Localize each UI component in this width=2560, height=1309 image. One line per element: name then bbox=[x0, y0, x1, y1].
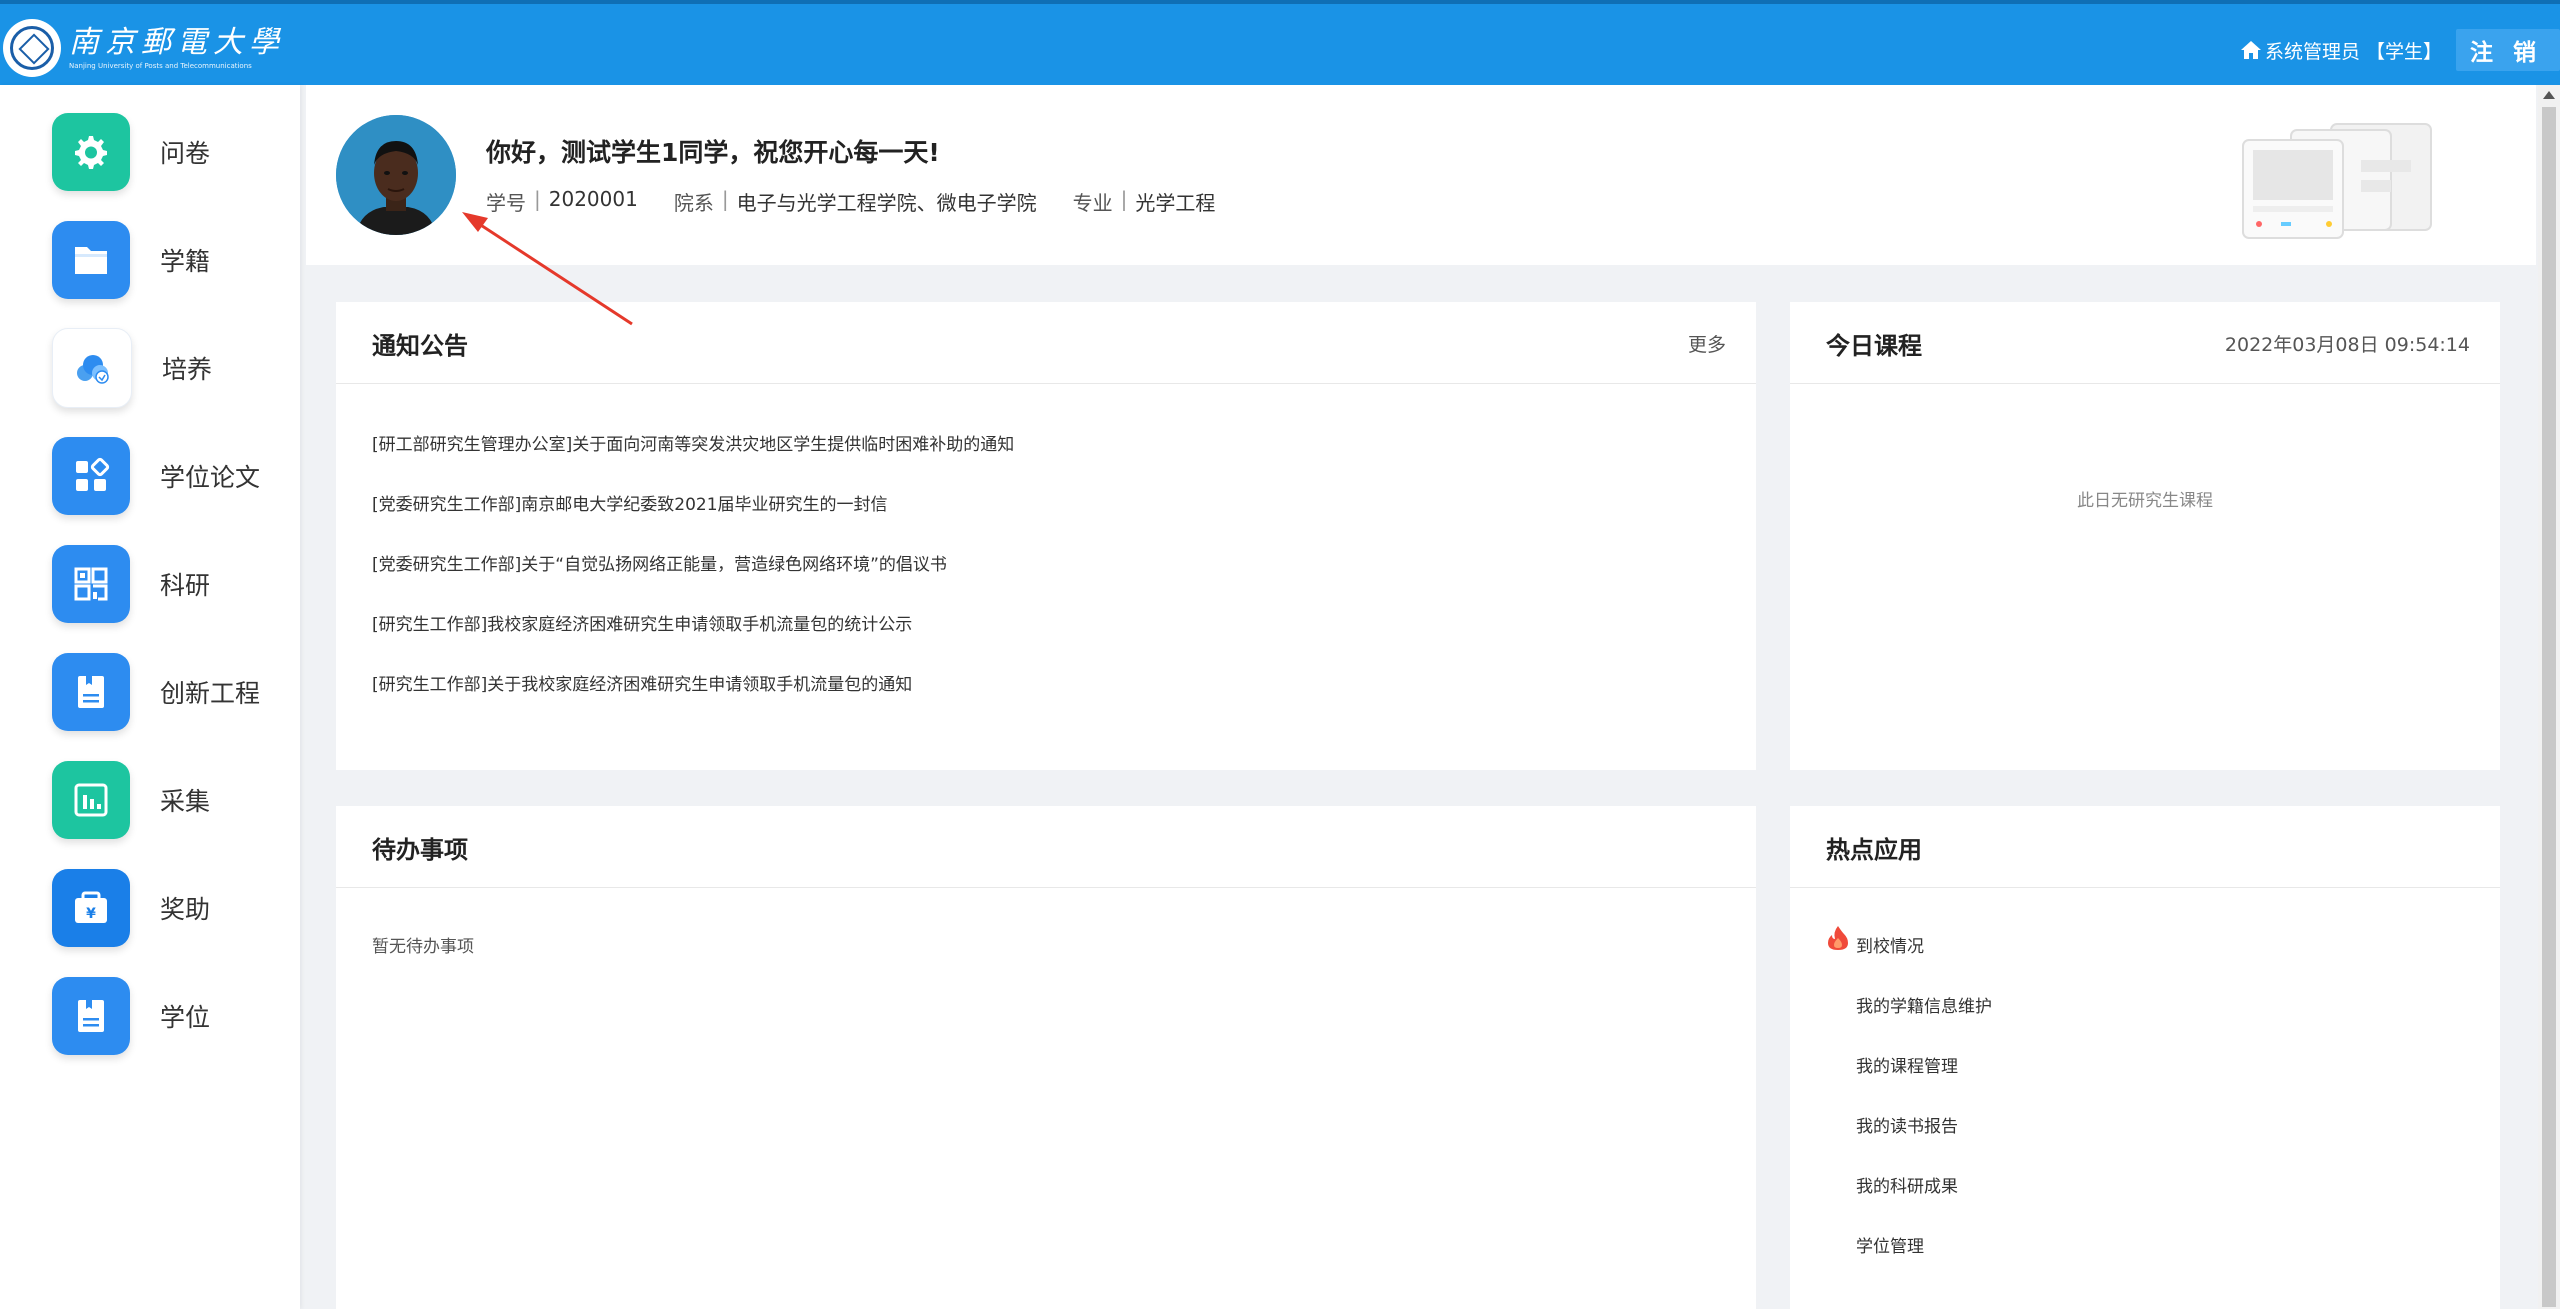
yen-wallet-icon: ¥ bbox=[52, 869, 130, 947]
hot-app-item[interactable]: 我的学籍信息维护 bbox=[1856, 992, 1992, 1017]
more-link[interactable]: 更多 bbox=[1688, 330, 1726, 357]
sidebar-item-label: 学位 bbox=[160, 1003, 211, 1032]
notice-item[interactable]: [研究生工作部]我校家庭经济困难研究生申请领取手机流量包的统计公示 bbox=[372, 610, 912, 635]
today-courses-panel: 今日课程 2022年03月08日 09:54:14 此日无研究生课程 bbox=[1790, 302, 2500, 770]
user-role[interactable]: 系统管理员 bbox=[2265, 37, 2360, 64]
greeting-text: 你好，测试学生1同学，祝您开心每一天! bbox=[486, 138, 940, 167]
sidebar-item-research[interactable]: 科研 bbox=[52, 545, 210, 623]
scroll-thumb[interactable] bbox=[2542, 107, 2556, 1307]
notice-item[interactable]: [党委研究生工作部]南京邮电大学纪委致2021届毕业研究生的一封信 bbox=[372, 490, 888, 515]
cloud-icon bbox=[52, 328, 132, 408]
notices-panel: 通知公告 更多 [研工部研究生管理办公室]关于面向河南等突发洪灾地区学生提供临时… bbox=[336, 302, 1756, 770]
university-logo[interactable]: 南京郵電大學 Nanjing University of Posts and T… bbox=[0, 12, 285, 84]
hot-app-item[interactable]: 我的课程管理 bbox=[1856, 1052, 1958, 1077]
user-avatar[interactable] bbox=[336, 115, 456, 235]
student-id-value: 2020001 bbox=[548, 187, 638, 211]
sidebar-item-innovation[interactable]: 创新工程 bbox=[52, 653, 260, 731]
department-label: 院系 bbox=[673, 191, 714, 215]
university-seal-icon bbox=[3, 19, 61, 77]
profile-banner: 你好，测试学生1同学，祝您开心每一天! 学号 | 2020001 院系 | 电子… bbox=[306, 85, 2536, 265]
sidebar-item-degree[interactable]: 学位 bbox=[52, 977, 210, 1055]
no-courses-text: 此日无研究生课程 bbox=[2077, 491, 2213, 511]
sidebar-item-label: 问卷 bbox=[160, 139, 211, 168]
folder-icon bbox=[52, 221, 130, 299]
sidebar-item-collection[interactable]: 采集 bbox=[52, 761, 210, 839]
qrcode-icon bbox=[52, 545, 130, 623]
hot-apps-title: 热点应用 bbox=[1826, 836, 1922, 864]
fire-icon bbox=[1828, 926, 1848, 950]
gear-icon bbox=[52, 113, 130, 191]
todo-title: 待办事项 bbox=[372, 836, 468, 864]
sidebar-nav: 问卷 学籍 培养 学位论文 科研 创新工程 采集 ¥ 奖助 学位 bbox=[0, 85, 300, 1309]
major-value: 光学工程 bbox=[1135, 191, 1216, 215]
logo-subtitle: Nanjing University of Posts and Telecomm… bbox=[69, 62, 252, 70]
notice-item[interactable]: [党委研究生工作部]关于“自觉弘扬网络正能量，营造绿色网络环境”的倡议书 bbox=[372, 550, 947, 575]
student-id-label: 学号 bbox=[486, 191, 526, 215]
hot-app-item[interactable]: 我的科研成果 bbox=[1856, 1172, 1958, 1197]
scroll-up-icon[interactable] bbox=[2543, 91, 2555, 99]
top-header: 南京郵電大學 Nanjing University of Posts and T… bbox=[0, 0, 2560, 85]
notices-title: 通知公告 bbox=[372, 332, 468, 360]
hot-app-item[interactable]: 我的读书报告 bbox=[1856, 1112, 1958, 1137]
logout-button[interactable]: 注 销 bbox=[2455, 29, 2560, 71]
current-datetime: 2022年03月08日 09:54:14 bbox=[2224, 334, 2470, 356]
major-label: 专业 bbox=[1072, 191, 1113, 215]
sidebar-item-label: 科研 bbox=[160, 571, 211, 600]
sidebar-item-awards[interactable]: ¥ 奖助 bbox=[52, 869, 210, 947]
courses-title: 今日课程 bbox=[1826, 332, 1922, 360]
user-identity: 【学生】 bbox=[2365, 40, 2442, 63]
todo-panel: 待办事项 暂无待办事项 bbox=[336, 806, 1756, 1309]
sidebar-item-label: 奖助 bbox=[160, 895, 211, 924]
sidebar-item-label: 培养 bbox=[162, 355, 213, 384]
hot-app-item[interactable]: 到校情况 bbox=[1856, 932, 1924, 957]
logo-name: 南京郵電大學 bbox=[69, 25, 285, 60]
home-icon[interactable] bbox=[2239, 38, 2263, 62]
sidebar-item-label: 创新工程 bbox=[160, 679, 261, 708]
bookmark-doc-icon bbox=[52, 977, 130, 1055]
bar-chart-icon bbox=[52, 761, 130, 839]
notice-item[interactable]: [研究生工作部]关于我校家庭经济困难研究生申请领取手机流量包的通知 bbox=[372, 670, 912, 695]
apps-icon bbox=[52, 437, 130, 515]
bookmark-doc-icon bbox=[52, 653, 130, 731]
page-scrollbar[interactable] bbox=[2538, 85, 2560, 1309]
user-area: 系统管理员 【学生】 注 销 bbox=[2239, 29, 2560, 71]
no-todo-text: 暂无待办事项 bbox=[372, 937, 474, 957]
department-value: 电子与光学工程学院、微电子学院 bbox=[736, 191, 1037, 215]
sidebar-item-thesis[interactable]: 学位论文 bbox=[52, 437, 260, 515]
sidebar-item-label: 采集 bbox=[160, 787, 211, 816]
sidebar-item-questionnaire[interactable]: 问卷 bbox=[52, 113, 210, 191]
svg-text:¥: ¥ bbox=[86, 906, 96, 922]
sidebar-item-label: 学位论文 bbox=[160, 463, 261, 492]
sidebar-item-label: 学籍 bbox=[160, 247, 211, 276]
hot-apps-panel: 热点应用 到校情况 我的学籍信息维护 我的课程管理 我的读书报告 我的科研成果 … bbox=[1790, 806, 2500, 1309]
hot-app-item[interactable]: 学位管理 bbox=[1856, 1232, 1924, 1257]
student-info: 学号 | 2020001 院系 | 电子与光学工程学院、微电子学院 专业 | 光… bbox=[486, 187, 1216, 215]
dashboard-illustration bbox=[2242, 123, 2432, 239]
notice-item[interactable]: [研工部研究生管理办公室]关于面向河南等突发洪灾地区学生提供临时困难补助的通知 bbox=[372, 430, 1014, 455]
sidebar-item-student-status[interactable]: 学籍 bbox=[52, 221, 210, 299]
sidebar-item-training[interactable]: 培养 bbox=[52, 328, 213, 408]
